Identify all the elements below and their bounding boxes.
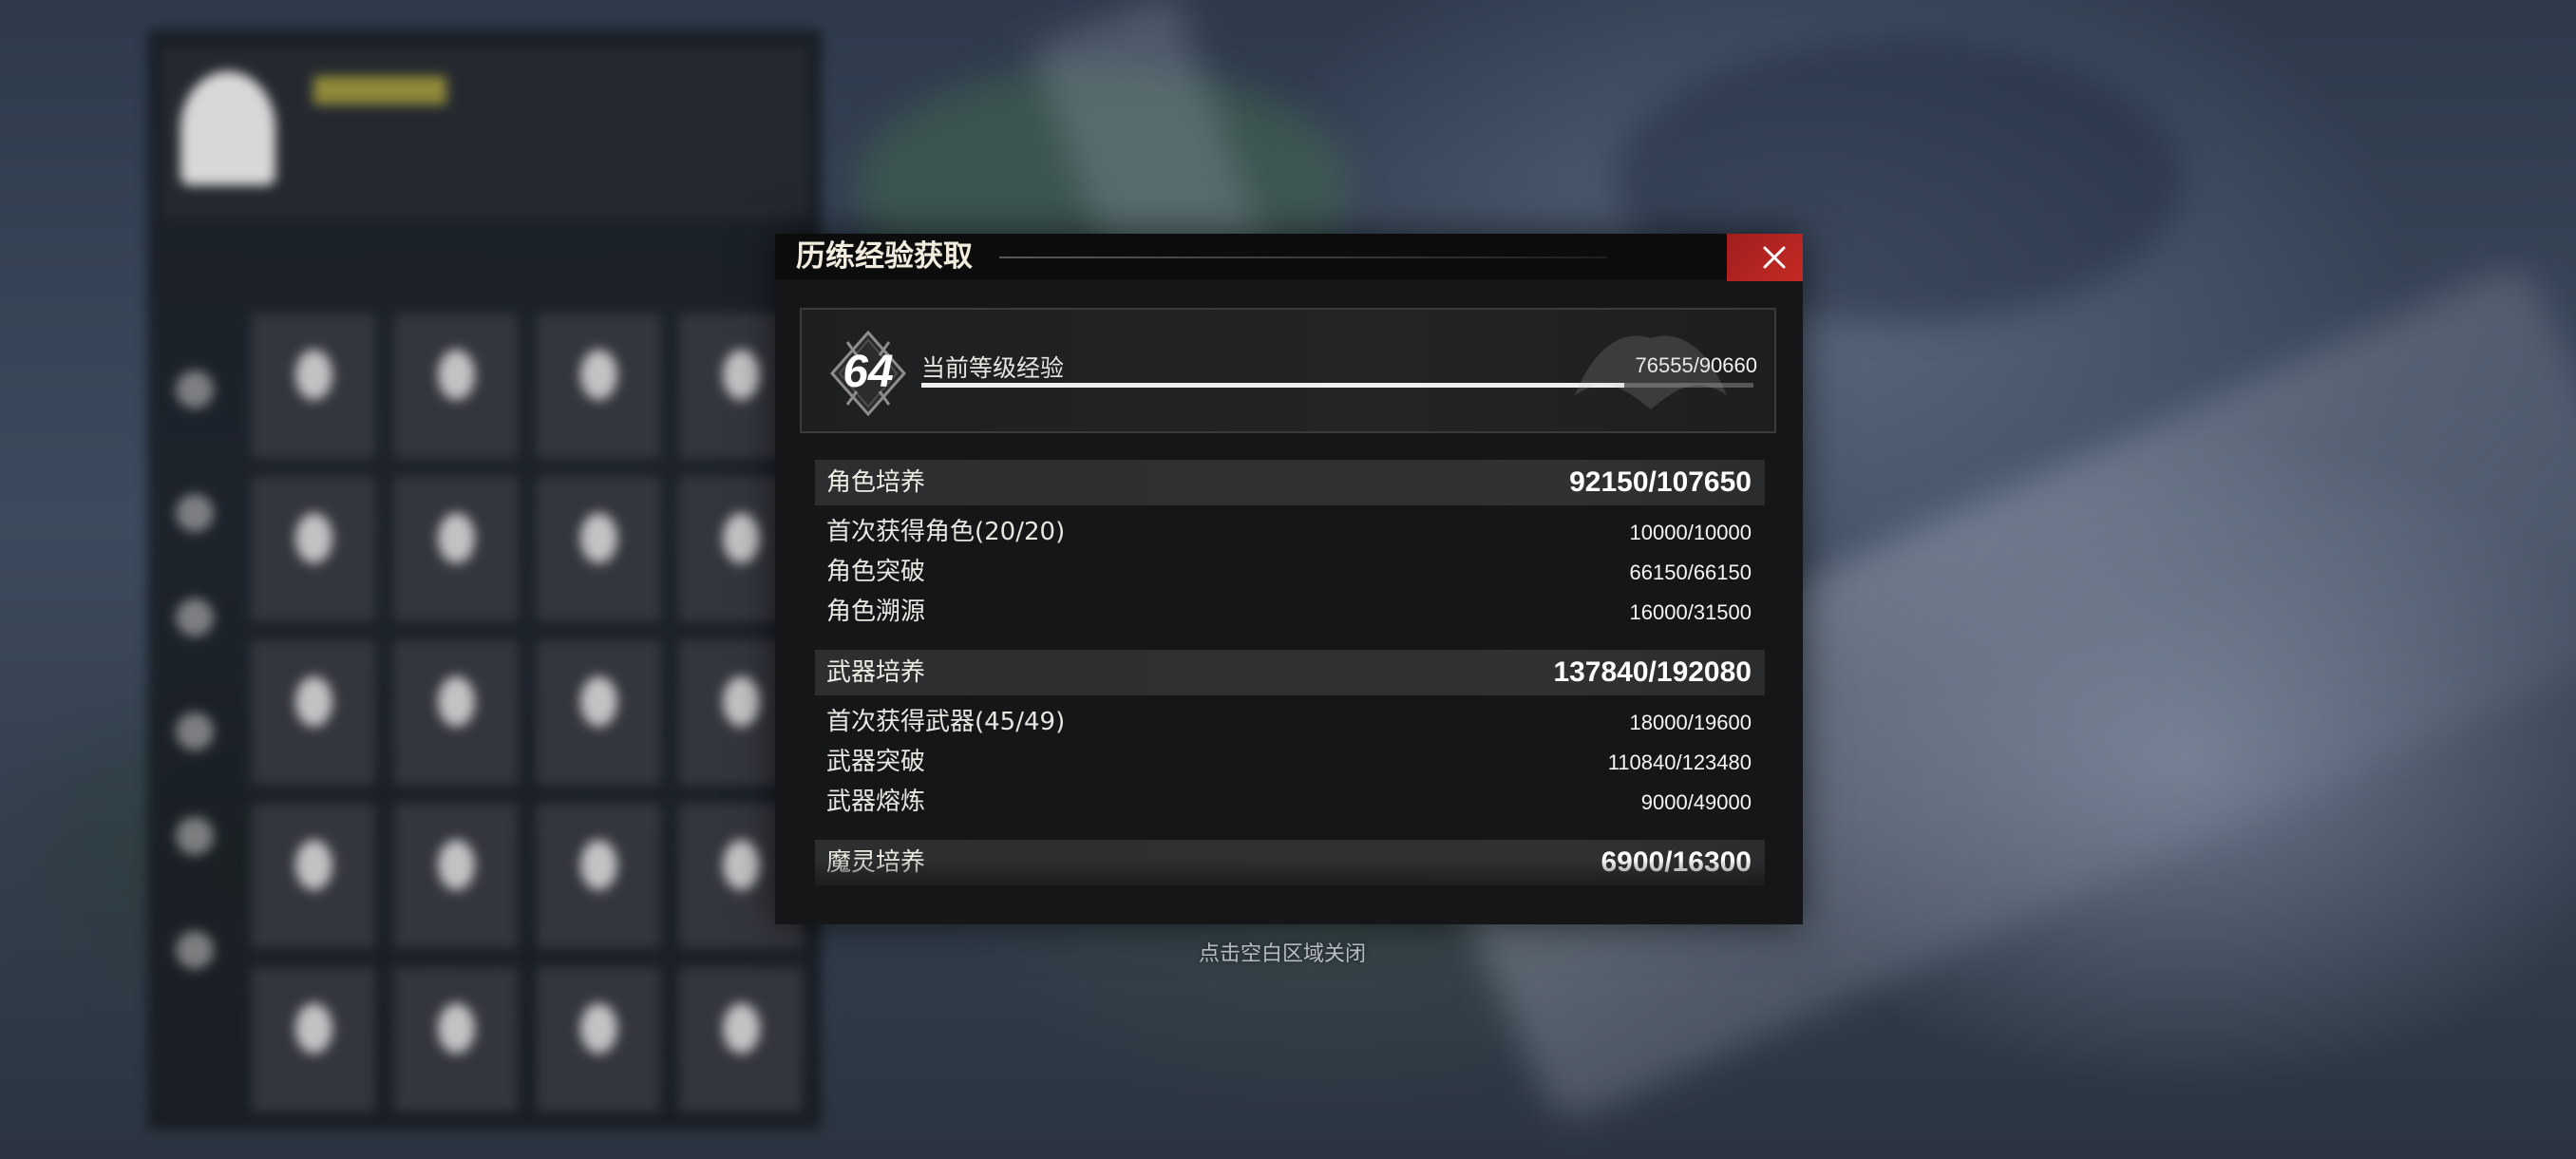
blurred-name-plate	[313, 76, 446, 104]
list-item: 首次获得武器(45/49) 18000/19600	[815, 703, 1765, 743]
decorative-wings-icon	[1575, 335, 1727, 409]
experience-source-list[interactable]: 角色培养 92150/107650 首次获得角色(20/20) 10000/10000…	[815, 460, 1765, 897]
item-value: 66150/66150	[1629, 560, 1752, 584]
blurred-item-cell	[537, 477, 660, 621]
blurred-item-cell	[394, 477, 518, 621]
level-experience-card: 64 当前等级经验 76555/90660	[800, 308, 1776, 433]
blurred-item-cell	[394, 967, 518, 1112]
title-divider	[999, 256, 1607, 258]
section-header: 角色培养 92150/107650	[815, 460, 1765, 505]
list-item: 首次获得角色(20/20) 10000/10000	[815, 513, 1765, 553]
blurred-item-cell	[252, 640, 375, 785]
blurred-item-cell	[394, 314, 518, 458]
list-item: 武器熔炼 9000/49000	[815, 783, 1765, 823]
level-label: 当前等级经验	[921, 354, 1065, 382]
section-name: 武器培养	[826, 658, 926, 687]
game-scene[interactable]: 历练经验获取 64 当前等级经验 76555/90660	[0, 0, 2576, 1159]
item-value: 18000/19600	[1629, 711, 1752, 734]
item-value: 16000/31500	[1629, 600, 1752, 624]
item-name: 武器突破	[826, 748, 926, 776]
blurred-item-cell	[537, 967, 660, 1112]
blurred-side-icon	[176, 494, 214, 532]
blurred-side-icon	[176, 817, 214, 855]
blurred-item-cell	[252, 314, 375, 458]
blurred-item-cell	[537, 640, 660, 785]
blurred-item-cell	[252, 967, 375, 1112]
list-fade	[815, 859, 1765, 897]
blurred-side-icon	[176, 370, 214, 408]
blurred-item-cell	[394, 640, 518, 785]
list-item: 角色突破 66150/66150	[815, 553, 1765, 593]
blurred-item-cell	[252, 477, 375, 621]
blurred-side-icon	[176, 712, 214, 750]
level-number: 64	[843, 347, 894, 397]
blurred-side-icon	[176, 598, 214, 636]
dialog-header: 历练经验获取	[775, 234, 1803, 281]
experience-dialog: 历练经验获取 64 当前等级经验 76555/90660	[775, 234, 1803, 924]
level-progress-fill	[921, 383, 1624, 388]
item-name: 首次获得武器(45/49)	[826, 708, 1066, 736]
close-hint: 点击空白区域关闭	[1199, 942, 1367, 966]
item-value: 10000/10000	[1629, 521, 1752, 544]
item-value: 9000/49000	[1640, 790, 1752, 814]
item-value: 110840/123480	[1607, 750, 1752, 774]
blurred-item-cell	[537, 314, 660, 458]
dialog-title: 历练经验获取	[796, 239, 973, 274]
section-header: 武器培养 137840/192080	[815, 650, 1765, 695]
list-item: 角色溯源 16000/31500	[815, 593, 1765, 633]
section-value: 137840/192080	[1553, 656, 1752, 688]
blurred-side-icon	[176, 931, 214, 969]
item-name: 角色溯源	[826, 598, 926, 626]
blurred-item-grid	[252, 314, 803, 1112]
blurred-avatar	[180, 71, 275, 185]
blurred-item-cell	[537, 804, 660, 948]
section-name: 角色培养	[826, 468, 926, 497]
item-name: 首次获得角色(20/20)	[826, 518, 1066, 546]
close-icon[interactable]	[1727, 234, 1803, 281]
blurred-inventory-panel	[147, 28, 822, 1130]
list-item: 武器突破 110840/123480	[815, 743, 1765, 783]
level-emblem: 64	[828, 331, 908, 416]
item-name: 角色突破	[826, 558, 926, 586]
blurred-panel-header	[161, 48, 807, 218]
blurred-item-cell	[394, 804, 518, 948]
item-name: 武器熔炼	[826, 788, 926, 816]
section-value: 92150/107650	[1569, 466, 1752, 498]
blurred-item-cell	[679, 967, 803, 1112]
blurred-item-cell	[252, 804, 375, 948]
